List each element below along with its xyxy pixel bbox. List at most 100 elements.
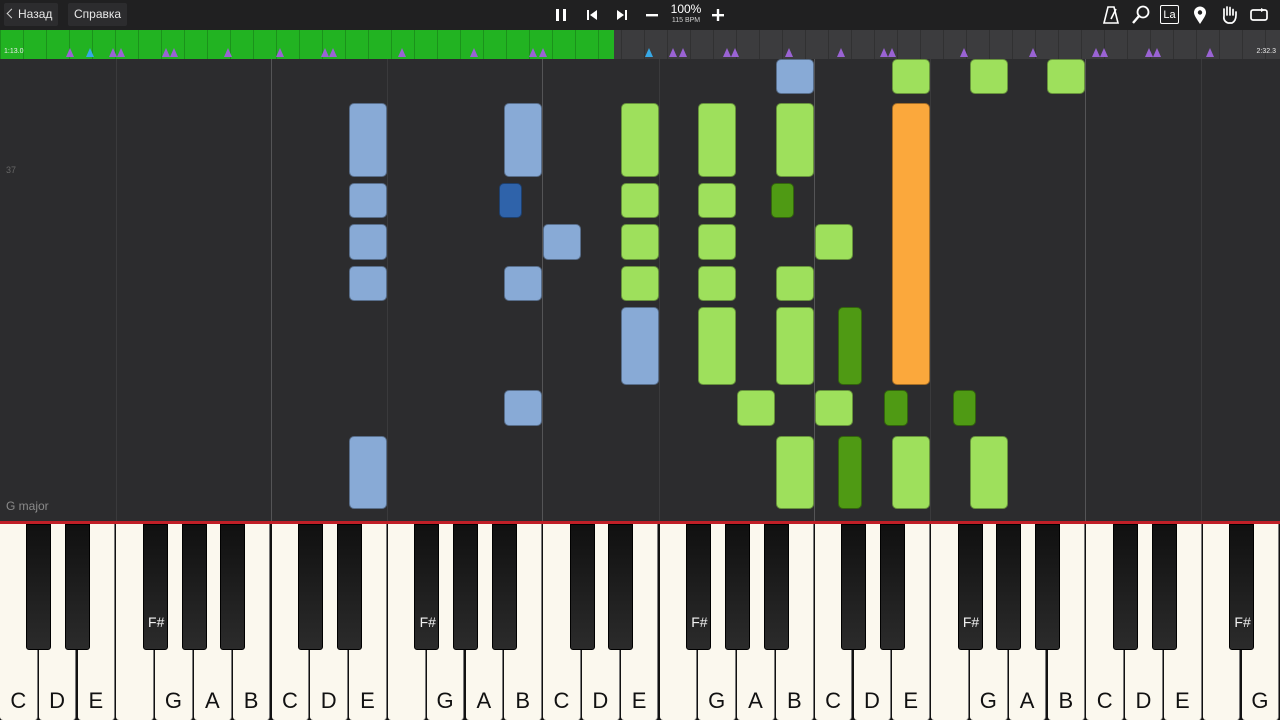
section-marker (162, 48, 170, 57)
section-marker (224, 48, 232, 57)
language-badge[interactable]: La (1160, 5, 1179, 24)
timeline-tick (138, 30, 139, 59)
piano-key-black[interactable] (336, 524, 362, 650)
section-marker (785, 48, 793, 57)
measure-line (542, 59, 543, 521)
piano-key-black[interactable] (879, 524, 905, 650)
key-label: B (243, 688, 259, 713)
section-marker (645, 48, 653, 57)
metronome-icon[interactable] (1100, 4, 1122, 26)
timeline-tick (1012, 30, 1013, 59)
timeline-tick (828, 30, 829, 59)
piano-key-black[interactable] (1035, 524, 1061, 650)
minus-icon[interactable] (641, 4, 663, 26)
piano-key-black[interactable] (763, 524, 789, 650)
note-block (349, 183, 387, 218)
key-label: D (320, 688, 337, 713)
note-block (838, 307, 862, 385)
timeline-tick (506, 30, 507, 59)
piano-key-black[interactable]: F# (142, 524, 168, 650)
timeline-tick (598, 30, 599, 59)
key-label: E (1174, 688, 1190, 713)
section-marker (880, 48, 888, 57)
pause-icon[interactable] (550, 4, 572, 26)
key-label: D (863, 688, 880, 713)
section-marker (539, 48, 547, 57)
timeline-tick (253, 30, 254, 59)
key-label: E (631, 688, 647, 713)
measure-line (814, 59, 815, 521)
note-block (892, 436, 930, 509)
timeline-tick (805, 30, 806, 59)
piano-key-black[interactable] (1151, 524, 1177, 650)
piano-key-black[interactable] (491, 524, 517, 650)
section-marker (276, 48, 284, 57)
note-block (1047, 59, 1085, 94)
key-label: B (1058, 688, 1074, 713)
note-block (771, 183, 794, 218)
piano-key-black[interactable]: F# (685, 524, 711, 650)
section-marker (731, 48, 739, 57)
skip-back-icon[interactable] (581, 4, 603, 26)
key-label: C (825, 688, 842, 713)
beat-line (116, 59, 117, 521)
piano-key-black[interactable] (608, 524, 634, 650)
timeline-tick (391, 30, 392, 59)
key-label: B (786, 688, 802, 713)
piano-key-black[interactable] (453, 524, 479, 650)
note-block (349, 266, 387, 301)
timeline-tick (1219, 30, 1220, 59)
beat-line (930, 59, 931, 521)
note-block (815, 224, 853, 260)
key-label: D (592, 688, 609, 713)
map-pin-icon[interactable] (1189, 4, 1211, 26)
note-block (621, 266, 659, 301)
timeline-tick (460, 30, 461, 59)
piano-key-black[interactable] (724, 524, 750, 650)
timeline-tick (1173, 30, 1174, 59)
key-label: F# (1234, 614, 1251, 630)
piano-keyboard[interactable]: C D E G A B C D E G A B C D E G A B C D E G A B C D E G F# F# F# F# F# (0, 524, 1280, 720)
timeline-tick (989, 30, 990, 59)
section-marker (1145, 48, 1153, 57)
piano-key-black[interactable] (220, 524, 246, 650)
timeline-tick (667, 30, 668, 59)
key-label: A (1019, 688, 1035, 713)
timeline-scrubber[interactable]: 1:13.0 2:32.3 (0, 30, 1280, 59)
timeline-tick (483, 30, 484, 59)
search-icon[interactable] (1130, 4, 1152, 26)
piano-key-black[interactable] (841, 524, 867, 650)
timeline-tick (621, 30, 622, 59)
timeline-tick (345, 30, 346, 59)
piano-key-black[interactable]: F# (957, 524, 983, 650)
section-marker (321, 48, 329, 57)
piano-key-black[interactable] (297, 524, 323, 650)
note-block (776, 307, 814, 385)
key-label: C (281, 688, 298, 713)
note-block (543, 224, 581, 260)
timeline-tick (46, 30, 47, 59)
measure-number: 37 (6, 165, 17, 175)
timeline-tick (1242, 30, 1243, 59)
plus-icon[interactable] (707, 4, 729, 26)
key-signature: G major (6, 499, 49, 513)
skip-forward-icon[interactable] (611, 4, 633, 26)
piano-key-black[interactable] (181, 524, 207, 650)
piano-key-black[interactable] (26, 524, 52, 650)
help-button[interactable]: Справка (68, 3, 128, 26)
hand-icon[interactable] (1218, 4, 1240, 26)
piano-key-black[interactable] (569, 524, 595, 650)
loop-icon[interactable] (1248, 4, 1270, 26)
measure-line (1085, 59, 1086, 521)
piano-key-black[interactable] (1112, 524, 1138, 650)
piano-key-black[interactable] (65, 524, 91, 650)
key-label: A (204, 688, 220, 713)
key-label: E (360, 688, 375, 713)
piano-key-black[interactable] (996, 524, 1022, 650)
piano-key-black[interactable]: F# (1229, 524, 1255, 650)
timeline-tick (1058, 30, 1059, 59)
section-marker (960, 48, 968, 57)
piano-key-black[interactable]: F# (414, 524, 440, 650)
back-button[interactable]: Назад (4, 3, 59, 26)
key-label: G (708, 688, 726, 713)
